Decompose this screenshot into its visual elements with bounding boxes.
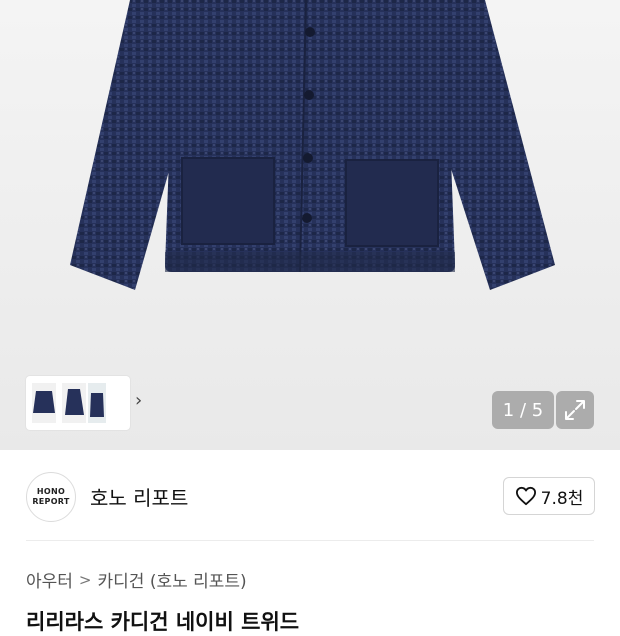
brand-logo[interactable]: HONO REPORT bbox=[26, 472, 76, 522]
breadcrumb-separator: > bbox=[78, 570, 92, 589]
chevron-right-icon[interactable]: › bbox=[135, 390, 142, 411]
thumbnail-model[interactable] bbox=[88, 383, 106, 423]
product-image-gallery[interactable]: › 1 / 5 bbox=[0, 0, 620, 450]
brand-logo-line1: HONO bbox=[36, 487, 66, 496]
like-button[interactable]: 7.8천 bbox=[503, 477, 595, 515]
thumbnail-front[interactable] bbox=[32, 383, 56, 423]
breadcrumb: 아우터 > 카디건 (호노 리포트) bbox=[26, 567, 247, 593]
thumbnail-strip[interactable]: › bbox=[26, 376, 142, 430]
heart-icon bbox=[515, 486, 536, 506]
product-title: 리리라스 카디건 네이비 트위드 bbox=[26, 610, 300, 634]
expand-icon bbox=[565, 400, 585, 420]
expand-button[interactable] bbox=[556, 391, 594, 429]
brand-name[interactable]: 호노 리포트 bbox=[90, 482, 188, 511]
thumbnail-side[interactable] bbox=[62, 383, 86, 423]
page-indicator: 1 / 5 bbox=[492, 391, 554, 429]
breadcrumb-item-cardigan[interactable]: 카디건 (호노 리포트) bbox=[98, 567, 247, 592]
breadcrumb-item-outer[interactable]: 아우터 bbox=[26, 567, 73, 592]
brand-logo-line2: REPORT bbox=[32, 497, 70, 506]
like-count: 7.8천 bbox=[540, 488, 584, 509]
divider bbox=[26, 540, 594, 541]
